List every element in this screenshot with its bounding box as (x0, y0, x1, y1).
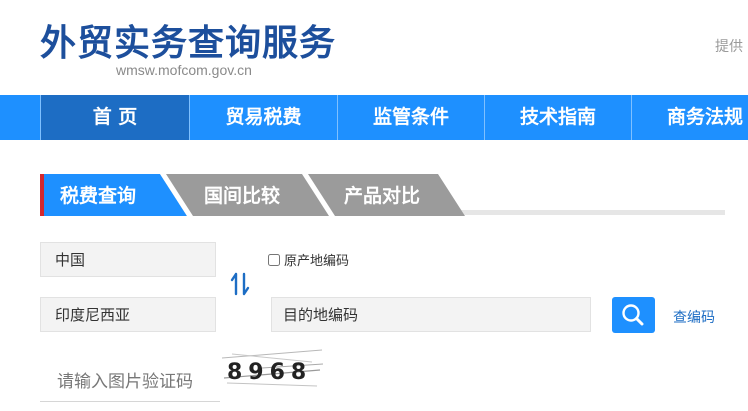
lookup-code-link[interactable]: 查编码 (673, 307, 715, 327)
active-tab-marker (40, 174, 44, 216)
captcha-image[interactable]: 8968 (222, 348, 323, 388)
search-button[interactable] (612, 297, 655, 333)
tab-bar: 税费查询 国间比较 产品对比 (40, 174, 465, 216)
provider-text: 提供 (715, 39, 743, 55)
destination-country-field[interactable]: 印度尼西亚 (40, 297, 216, 332)
site-title: 外贸实务查询服务 (40, 23, 337, 64)
nav-trade-tax[interactable]: 贸易税费 (189, 95, 337, 140)
nav-technical-guide[interactable]: 技术指南 (484, 95, 631, 140)
main-nav: 首 页 贸易税费 监管条件 技术指南 商务法规 (0, 95, 748, 140)
nav-home[interactable]: 首 页 (40, 95, 189, 140)
captcha-text: 8968 (227, 360, 312, 385)
tab-product-compare[interactable]: 产品对比 (344, 184, 420, 207)
tab-country-compare[interactable]: 国间比较 (204, 184, 280, 207)
destination-code-input[interactable]: 目的地编码 (271, 297, 591, 332)
nav-regulatory-conditions[interactable]: 监管条件 (337, 95, 484, 140)
origin-country-field[interactable]: 中国 (40, 242, 216, 277)
search-icon (622, 304, 644, 326)
origin-code-checkbox[interactable] (268, 253, 280, 266)
origin-code-label: 原产地编码 (284, 254, 350, 269)
origin-code-option[interactable]: 原产地编码 (268, 250, 349, 269)
captcha-input[interactable]: 请输入图片验证码 (40, 360, 220, 402)
swap-icon[interactable] (229, 272, 251, 296)
nav-business-regulations[interactable]: 商务法规 (631, 95, 748, 140)
site-url: wmsw.mofcom.gov.cn (116, 62, 252, 78)
tab-tax-query[interactable]: 税费查询 (60, 184, 136, 207)
